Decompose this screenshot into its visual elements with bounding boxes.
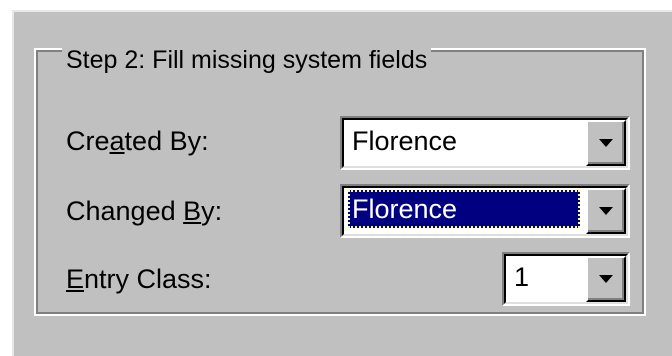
changed-by-accelerator: B — [183, 196, 202, 226]
entry-class-value[interactable]: 1 — [510, 258, 580, 296]
created-by-accelerator: a — [109, 126, 125, 156]
groupbox-title: Step 2: Fill missing system fields — [62, 44, 432, 76]
changed-by-combobox[interactable]: Florence — [340, 184, 630, 238]
window-frame: Step 2: Fill missing system fields Creat… — [0, 0, 672, 356]
created-by-label: Created By: — [66, 126, 209, 156]
entry-class-label: Entry Class: — [66, 264, 212, 294]
created-by-dropdown-button[interactable] — [586, 120, 626, 166]
chevron-down-icon — [599, 207, 613, 215]
chevron-down-icon — [599, 275, 613, 283]
changed-by-label: Changed By: — [66, 196, 223, 226]
chevron-down-icon — [599, 139, 613, 147]
entry-class-dropdown-button[interactable] — [586, 256, 626, 302]
entry-class-accelerator: E — [66, 264, 85, 294]
created-by-combobox[interactable]: Florence — [340, 116, 630, 170]
entry-class-combobox[interactable]: 1 — [502, 252, 630, 306]
changed-by-value[interactable]: Florence — [348, 190, 580, 228]
created-by-value[interactable]: Florence — [348, 122, 580, 160]
changed-by-dropdown-button[interactable] — [586, 188, 626, 234]
